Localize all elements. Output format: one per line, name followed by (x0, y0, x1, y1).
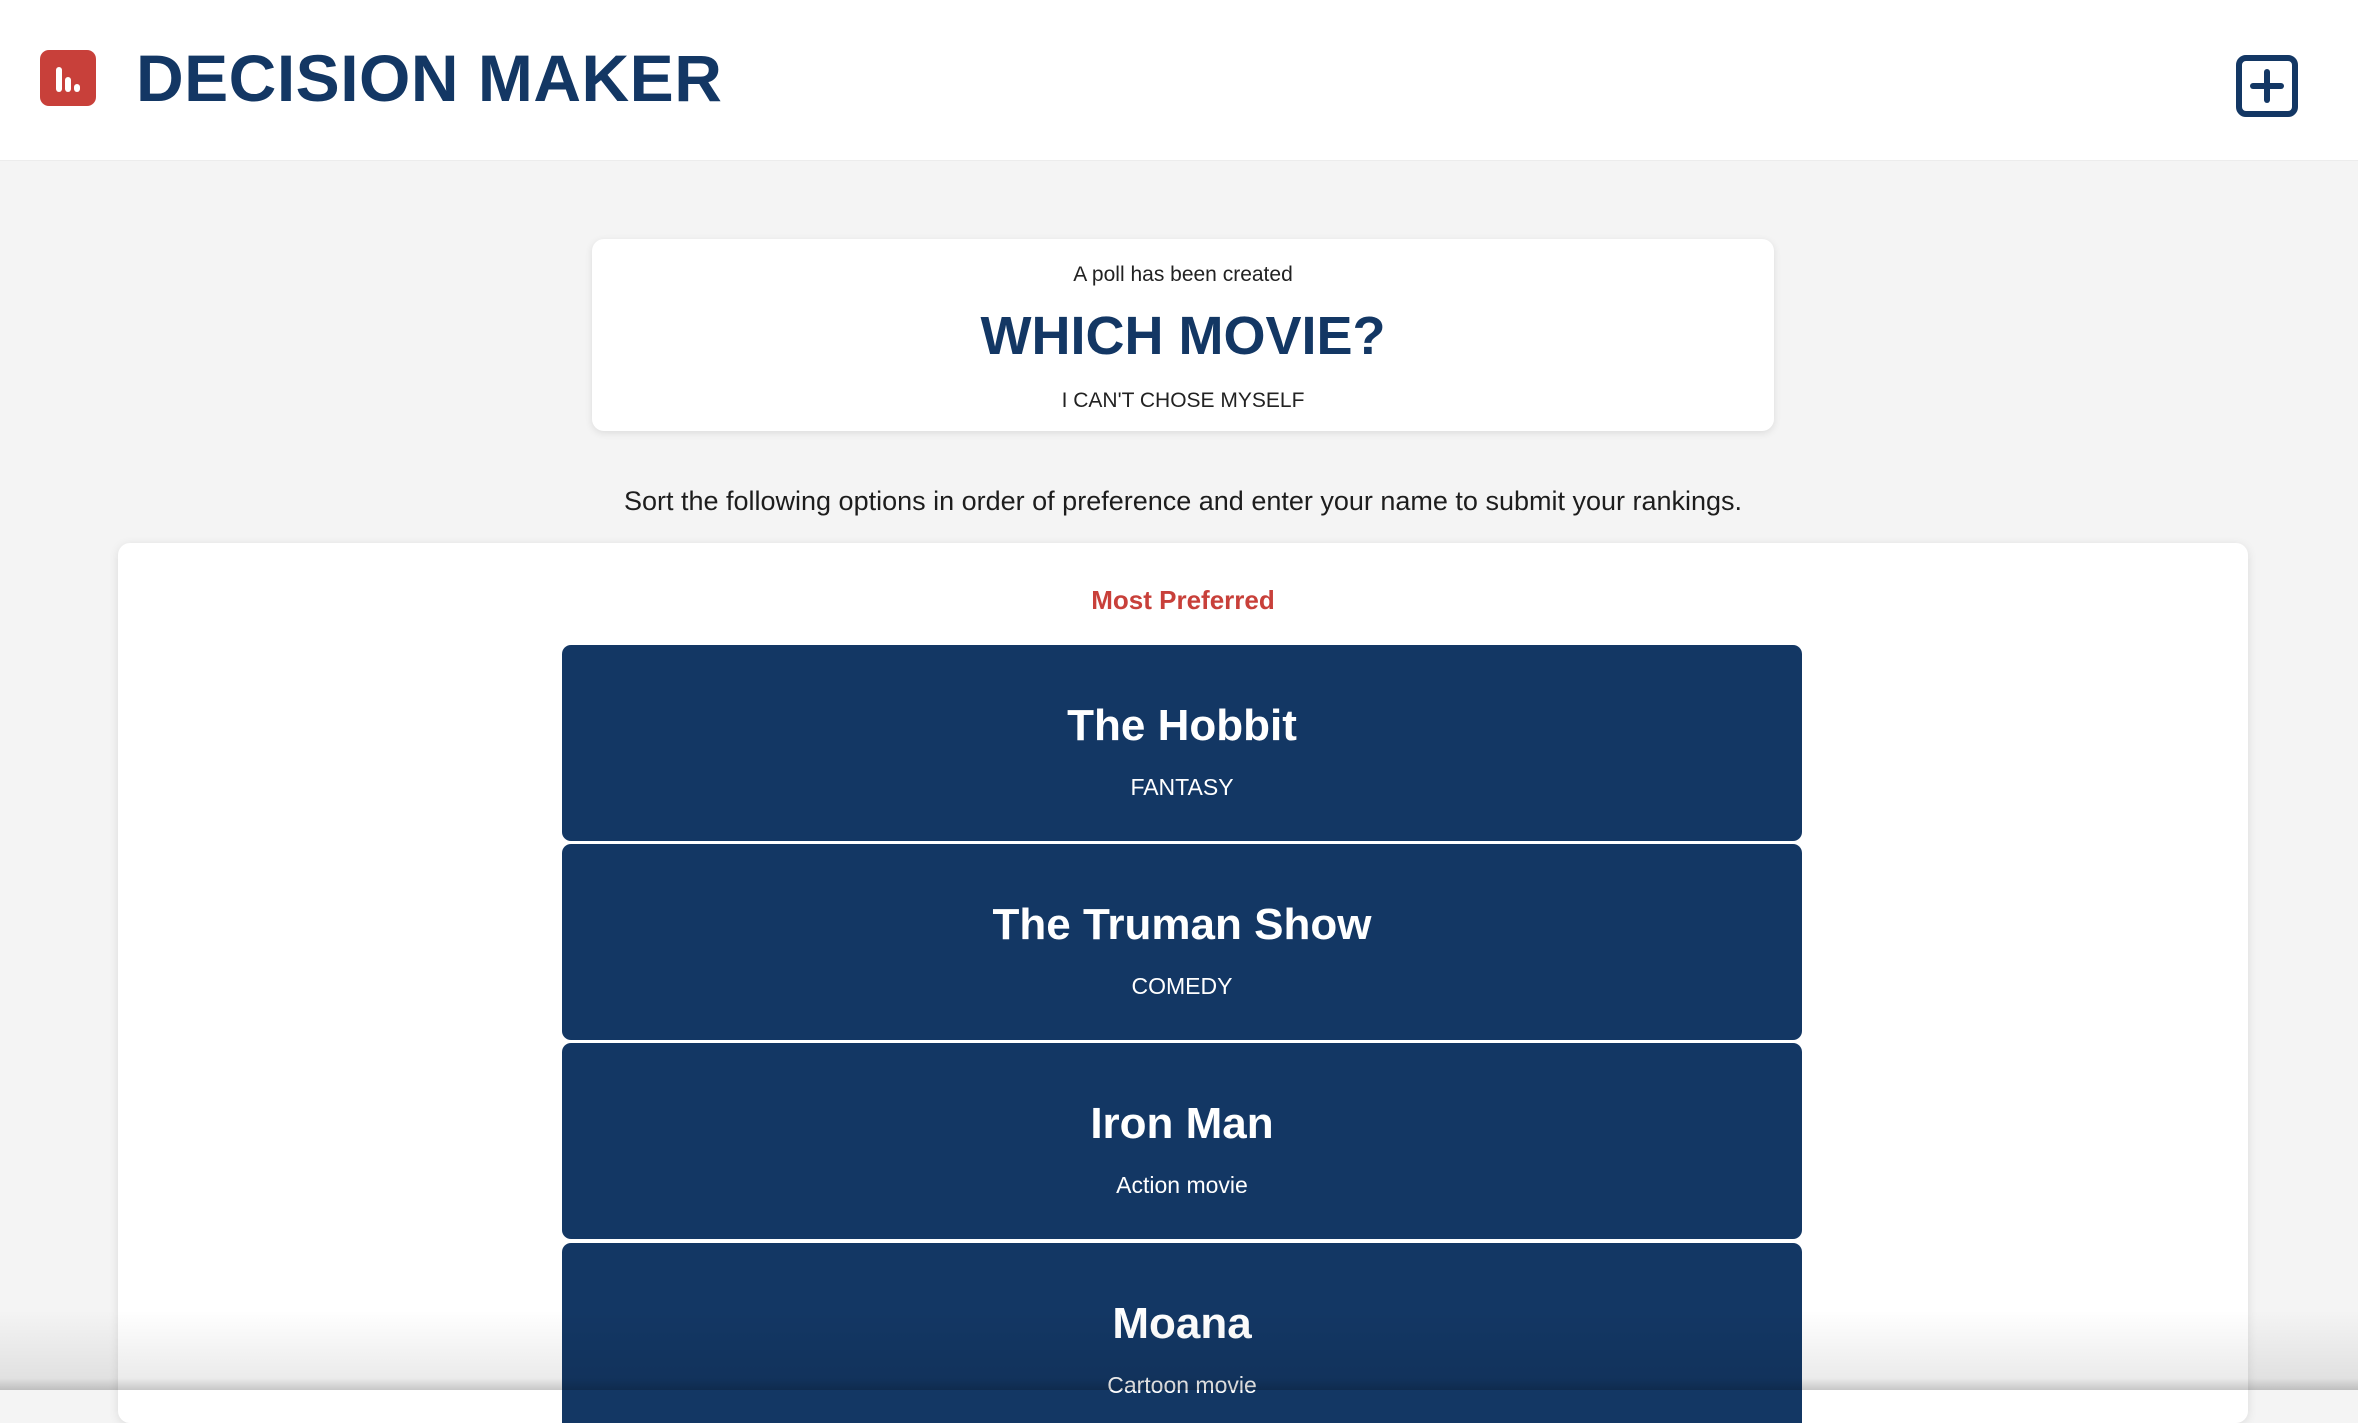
option-card[interactable]: Moana Cartoon movie (562, 1243, 1802, 1423)
poll-summary-card: A poll has been created WHICH MOVIE? I C… (592, 239, 1774, 431)
option-name: Iron Man (1090, 1099, 1274, 1148)
option-name: The Hobbit (1067, 701, 1297, 750)
option-category: FANTASY (1130, 774, 1234, 800)
poll-description: I CAN'T CHOSE MYSELF (1061, 389, 1305, 412)
option-card[interactable]: Iron Man Action movie (562, 1043, 1802, 1239)
option-category: COMEDY (1131, 973, 1233, 999)
option-card[interactable]: The Hobbit FANTASY (562, 645, 1802, 841)
create-poll-button[interactable] (2236, 55, 2298, 117)
plus-square-icon (2236, 55, 2298, 117)
bar-chart-icon (40, 50, 96, 106)
option-category: Cartoon movie (1107, 1372, 1257, 1398)
option-name: Moana (1112, 1299, 1252, 1348)
option-card[interactable]: The Truman Show COMEDY (562, 844, 1802, 1040)
poll-created-notice: A poll has been created (1073, 263, 1293, 286)
ranking-instructions: Sort the following options in order of p… (623, 486, 1743, 516)
option-name: The Truman Show (992, 900, 1372, 949)
option-category: Action movie (1116, 1172, 1248, 1198)
top-navigation-bar: DECISION MAKER (0, 0, 2358, 160)
most-preferred-label: Most Preferred (1091, 585, 1275, 615)
poll-title: WHICH MOVIE? (980, 306, 1386, 366)
app-title: DECISION MAKER (136, 41, 723, 115)
ranking-panel: Most Preferred The Hobbit FANTASY The Tr… (118, 543, 2248, 1423)
